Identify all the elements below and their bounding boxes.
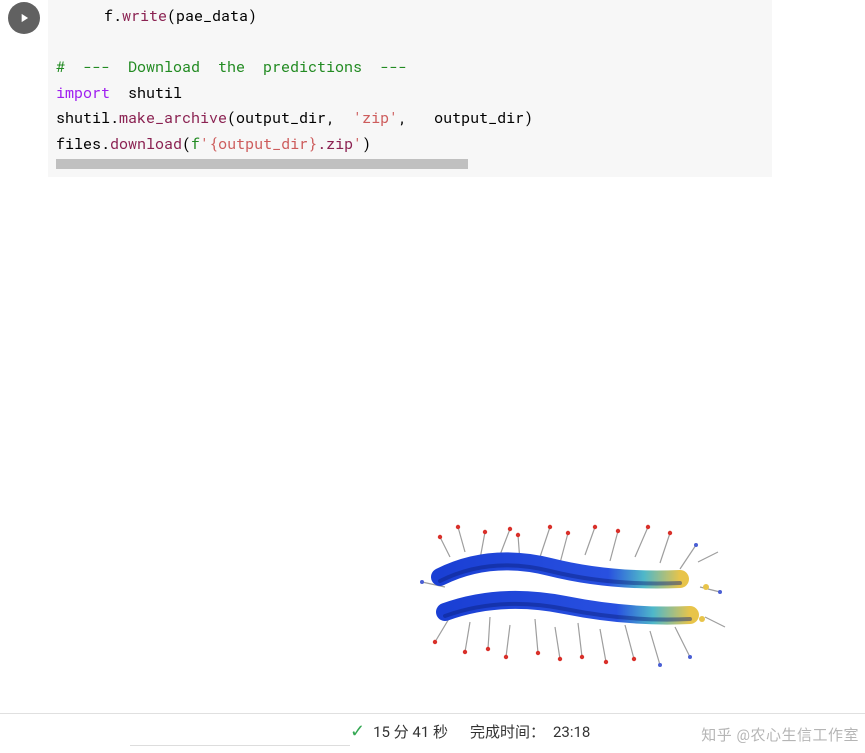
completion-time: 23:18 bbox=[553, 723, 590, 741]
code-line: shutil.make_archive(output_dir, 'zip', o… bbox=[56, 106, 764, 132]
success-check-icon: ✓ bbox=[350, 721, 365, 742]
play-icon bbox=[17, 11, 31, 25]
code-editor[interactable]: f.write(pae_data) # --- Download the pre… bbox=[48, 0, 772, 177]
protein-render-icon bbox=[410, 497, 730, 697]
code-line: import shutil bbox=[56, 81, 764, 107]
code-line: f.write(pae_data) bbox=[56, 4, 764, 30]
protein-structure-viewer[interactable] bbox=[410, 497, 730, 697]
execution-duration: 15 分 41 秒 bbox=[373, 721, 448, 742]
execution-status-bar: ✓ 15 分 41 秒 完成时间： 23:18 bbox=[0, 713, 865, 749]
code-cell: f.write(pae_data) # --- Download the pre… bbox=[0, 0, 865, 177]
code-line-blank bbox=[56, 30, 764, 56]
completion-label: 完成时间： bbox=[470, 721, 545, 742]
status-divider bbox=[130, 745, 350, 753]
run-cell-button[interactable] bbox=[8, 2, 40, 34]
code-line: # --- Download the predictions --- bbox=[56, 55, 764, 81]
horizontal-scrollbar[interactable] bbox=[56, 159, 468, 169]
cell-gutter bbox=[0, 0, 48, 177]
code-line: files.download(f'{output_dir}.zip') bbox=[56, 132, 764, 158]
cell-output bbox=[0, 177, 865, 697]
